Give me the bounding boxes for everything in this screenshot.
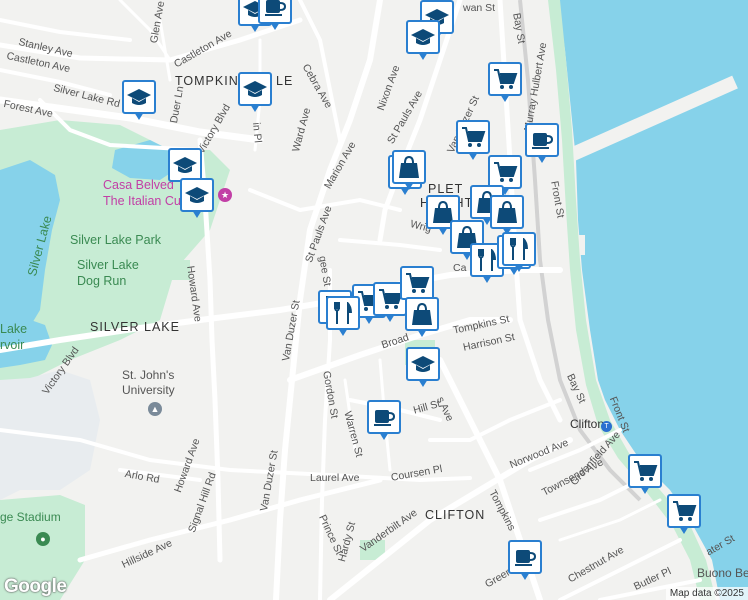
poi-label[interactable]: St. John's: [122, 368, 174, 382]
shopping-bag-marker[interactable]: [392, 150, 426, 194]
shopping-bag-icon: [490, 195, 524, 229]
shopping-cart-icon: [667, 494, 701, 528]
coffee-icon: [525, 123, 559, 157]
station-label[interactable]: Clifton: [570, 417, 604, 431]
utensils-marker[interactable]: [502, 232, 536, 276]
street-label: wan St: [463, 2, 496, 14]
graduation-cap-icon: [406, 20, 440, 54]
shopping-cart-marker[interactable]: [667, 494, 701, 538]
park-label[interactable]: Silver Lake: [77, 258, 139, 272]
area-label: PLET: [428, 182, 464, 196]
area-label: SILVER LAKE: [90, 320, 180, 334]
map-canvas[interactable]: wan St Glen Ave Stanley Ave Castleton Av…: [0, 0, 748, 600]
coffee-icon: [367, 400, 401, 434]
area-label: CLIFTON: [425, 508, 486, 522]
marker-pointer: [404, 182, 414, 190]
map-attribution[interactable]: Map data ©2025: [665, 587, 748, 600]
marker-pointer: [537, 155, 547, 163]
shopping-cart-marker[interactable]: [488, 62, 522, 106]
shopping-cart-icon: [488, 155, 522, 189]
marker-pointer: [482, 275, 492, 283]
transit-icon[interactable]: T: [601, 421, 612, 432]
utensils-icon: [326, 296, 360, 330]
marker-pointer: [192, 210, 202, 218]
graduation-cap-marker[interactable]: [122, 80, 156, 124]
marker-pointer: [640, 486, 650, 494]
area-label: LE: [276, 74, 294, 88]
marker-pointer: [134, 112, 144, 120]
museum-icon[interactable]: ★: [218, 188, 232, 202]
street-label: Laurel Ave: [310, 472, 360, 484]
coffee-marker[interactable]: [525, 123, 559, 167]
marker-pointer: [514, 264, 524, 272]
university-icon[interactable]: ▲: [148, 402, 162, 416]
graduation-cap-icon: [168, 148, 202, 182]
google-logo: Google: [4, 576, 67, 597]
graduation-cap-icon: [238, 72, 272, 106]
marker-pointer: [418, 52, 428, 60]
coffee-icon: [508, 540, 542, 574]
graduation-cap-marker[interactable]: [180, 178, 214, 222]
graduation-cap-marker[interactable]: [238, 72, 272, 116]
marker-pointer: [438, 227, 448, 235]
marker-pointer: [250, 104, 260, 112]
stadium-icon[interactable]: ●: [36, 532, 50, 546]
park-label: rvoir: [0, 338, 25, 352]
marker-pointer: [468, 152, 478, 160]
coffee-marker[interactable]: [508, 540, 542, 584]
poi-label[interactable]: ge Stadium: [0, 510, 61, 524]
marker-pointer: [338, 328, 348, 336]
graduation-cap-icon: [406, 347, 440, 381]
marker-pointer: [385, 314, 395, 322]
marker-pointer: [379, 432, 389, 440]
marker-pointer: [520, 572, 530, 580]
shopping-cart-icon: [488, 62, 522, 96]
utensils-icon: [502, 232, 536, 266]
park-label[interactable]: Dog Run: [77, 274, 126, 288]
coffee-marker[interactable]: [258, 0, 292, 34]
graduation-cap-icon: [180, 178, 214, 212]
shopping-bag-icon: [392, 150, 426, 184]
park-label: Lake: [0, 322, 28, 336]
shopping-cart-marker[interactable]: [456, 120, 490, 164]
marker-pointer: [270, 22, 280, 30]
shopping-cart-icon: [628, 454, 662, 488]
area-label: TOMPKIN: [175, 74, 239, 88]
marker-pointer: [500, 94, 510, 102]
graduation-cap-marker[interactable]: [406, 20, 440, 64]
poi-label[interactable]: Buono Be: [697, 566, 748, 580]
graduation-cap-marker[interactable]: [406, 347, 440, 391]
park-label[interactable]: Silver Lake Park: [70, 233, 161, 247]
shopping-bag-marker[interactable]: [405, 297, 439, 341]
poi-label[interactable]: University: [122, 383, 175, 397]
marker-pointer: [418, 379, 428, 387]
coffee-marker[interactable]: [367, 400, 401, 444]
shopping-cart-marker[interactable]: [628, 454, 662, 498]
shopping-bag-icon: [405, 297, 439, 331]
shopping-cart-icon: [456, 120, 490, 154]
graduation-cap-icon: [122, 80, 156, 114]
poi-label[interactable]: Casa Belved: [103, 178, 174, 192]
marker-pointer: [417, 329, 427, 337]
marker-pointer: [679, 526, 689, 534]
shopping-cart-icon: [400, 266, 434, 300]
street-label: in Pl: [250, 122, 264, 144]
coffee-icon: [258, 0, 292, 24]
utensils-marker[interactable]: [326, 296, 360, 340]
